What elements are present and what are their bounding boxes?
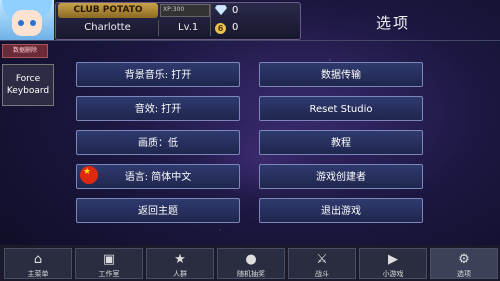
quality-button[interactable]: 画质：低	[76, 130, 240, 155]
xp-label: XP:300	[163, 6, 185, 13]
gear-icon: ⚙	[458, 252, 470, 267]
language-button[interactable]: 语言: 简体中文	[76, 164, 240, 189]
coin-icon: 6	[215, 23, 226, 34]
nav-label: 主菜单	[27, 270, 49, 278]
nav-gacha[interactable]: ● 随机抽奖	[217, 248, 285, 279]
game-creators-button[interactable]: 游戏创建者	[259, 164, 423, 189]
force-keyboard-label: Force Keyboard	[6, 74, 50, 96]
planet-icon: ●	[245, 252, 257, 267]
nav-label: 战斗	[315, 270, 329, 278]
china-flag-icon	[80, 166, 98, 184]
nav-label: 工作室	[98, 270, 120, 278]
tutorial-button[interactable]: 教程	[259, 130, 423, 155]
nav-options[interactable]: ⚙ 选项	[430, 248, 498, 279]
nav-main-menu[interactable]: ⌂ 主菜单	[4, 248, 72, 279]
player-avatar[interactable]	[0, 0, 56, 40]
gamepad-icon: ▶	[388, 252, 398, 267]
club-name-badge: CLUB POTATO	[58, 3, 158, 18]
home-icon: ⌂	[33, 252, 43, 267]
camera-icon: ▣	[102, 252, 116, 267]
data-transfer-button[interactable]: 数据传输	[259, 62, 423, 87]
return-home-button[interactable]: 返回主题	[76, 198, 240, 223]
reset-studio-button[interactable]: Reset Studio	[259, 96, 423, 121]
coin-count: 0	[232, 22, 239, 33]
background	[0, 0, 500, 281]
nav-minigames[interactable]: ▶ 小游戏	[359, 248, 427, 279]
nav-crowd[interactable]: ★ 人群	[146, 248, 214, 279]
bgm-toggle-button[interactable]: 背景音乐: 打开	[76, 62, 240, 87]
nav-studio[interactable]: ▣ 工作室	[75, 248, 143, 279]
divider	[158, 20, 159, 36]
sfx-toggle-button[interactable]: 音效: 打开	[76, 96, 240, 121]
divider	[0, 40, 500, 41]
nav-battle[interactable]: ⚔ 战斗	[288, 248, 356, 279]
gem-count: 0	[232, 5, 239, 16]
quit-game-button[interactable]: 退出游戏	[259, 198, 423, 223]
player-name: Charlotte	[84, 22, 131, 33]
crossed-swords-icon: ⚔	[316, 252, 328, 267]
player-level: Lv.1	[178, 22, 199, 33]
divider	[210, 4, 211, 36]
star-icon: ★	[174, 252, 186, 267]
xp-bar: XP:300	[160, 4, 210, 17]
force-keyboard-button[interactable]: Force Keyboard	[2, 64, 54, 106]
nav-label: 随机抽奖	[237, 270, 265, 278]
nav-label: 小游戏	[382, 270, 404, 278]
delete-data-button[interactable]: 数据删除	[2, 44, 48, 58]
nav-label: 选项	[457, 270, 471, 278]
nav-label: 人群	[173, 270, 187, 278]
page-title: 选项	[376, 14, 411, 32]
diamond-icon	[215, 5, 227, 15]
